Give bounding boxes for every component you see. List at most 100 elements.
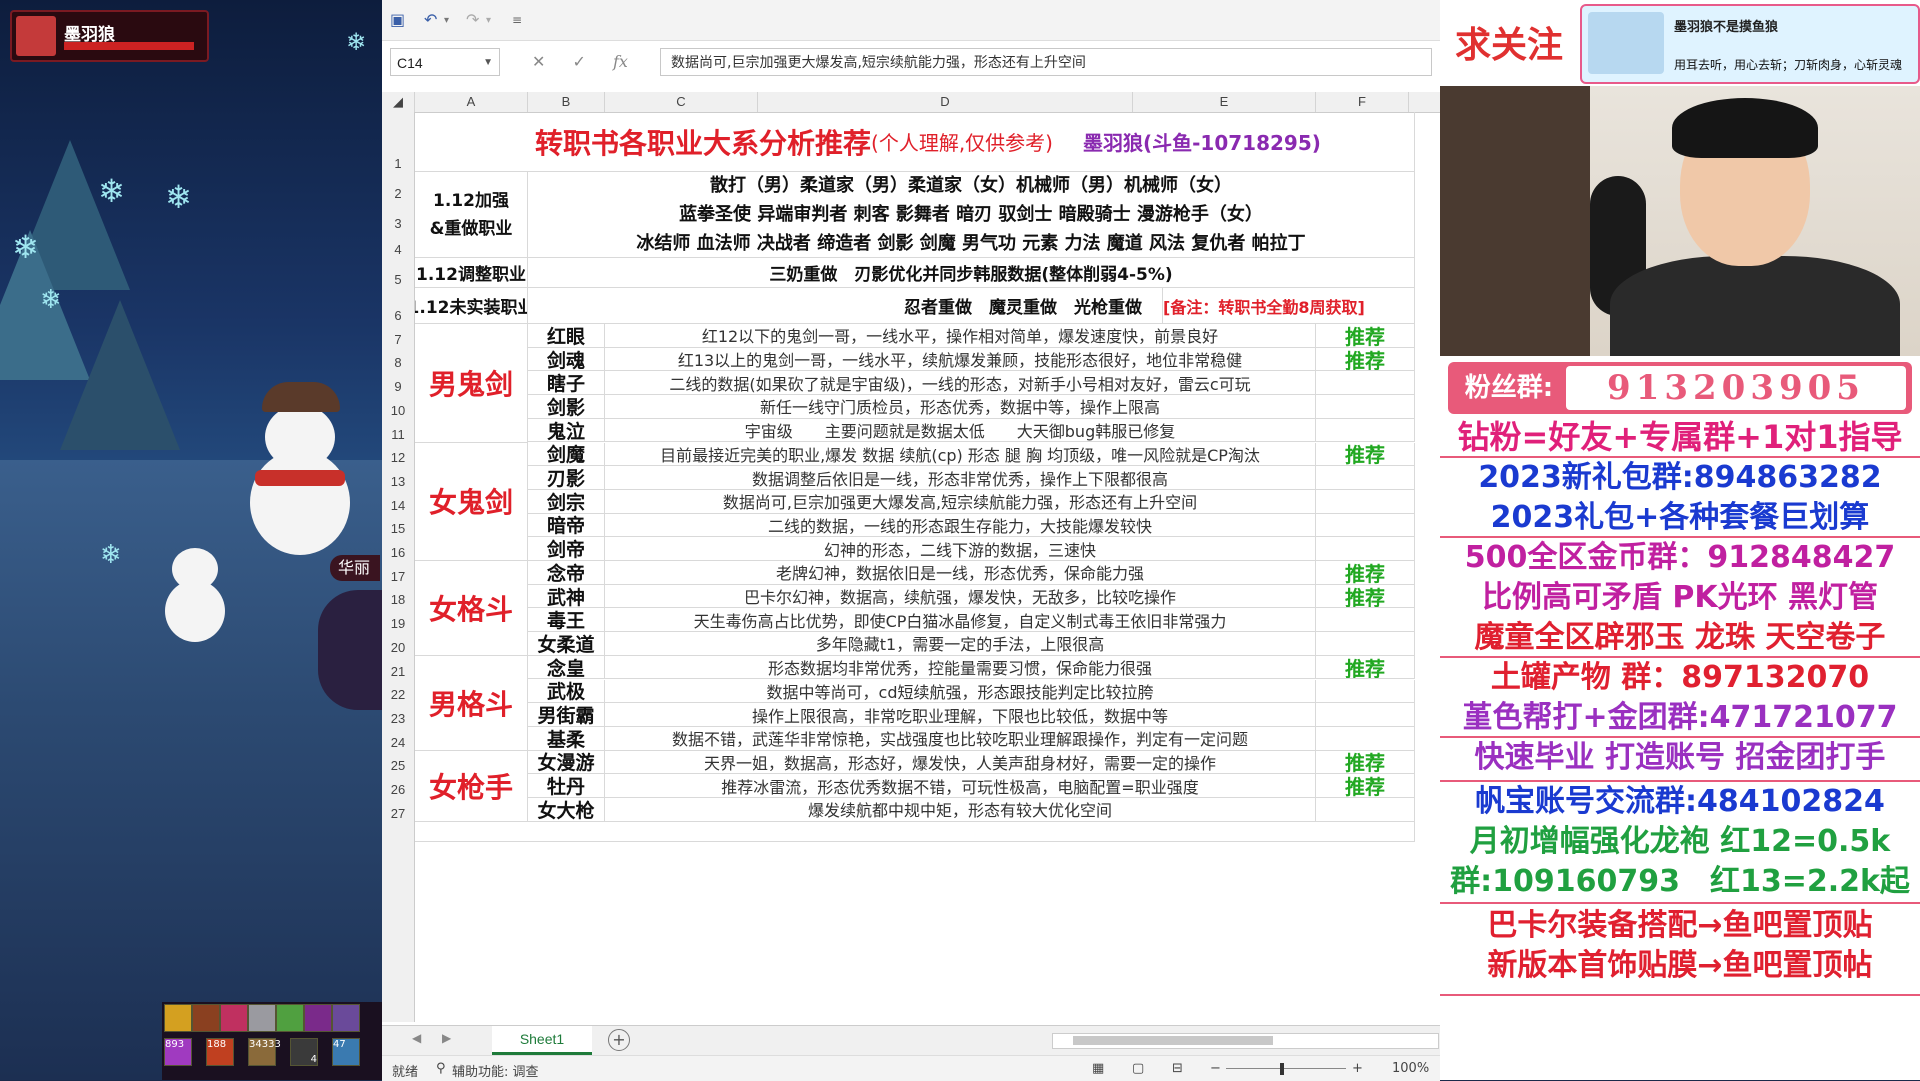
recommend-cell[interactable]: 推荐 xyxy=(1316,584,1415,609)
next-sheet-icon[interactable]: ▶ xyxy=(442,1031,451,1045)
job-name[interactable]: 鬼泣 xyxy=(528,418,605,443)
zoom-slider[interactable] xyxy=(1226,1068,1346,1069)
column-header-d[interactable]: D xyxy=(758,92,1133,112)
spreadsheet-grid[interactable]: 转职书各职业大系分析推荐 (个人理解,仅供参考) 墨羽狼(斗鱼-10718295) 1… xyxy=(415,112,1435,1022)
section-adjust-text[interactable]: 三奶重做 刃影优化并同步韩服数据(整体削弱4-5%) xyxy=(528,258,1415,288)
class-group-0[interactable]: 男鬼剑 xyxy=(415,324,528,443)
row-header[interactable]: 21 xyxy=(382,664,414,680)
job-description[interactable]: 数据中等尚可，cd短续航强，形态跟技能判定比较拉胯 xyxy=(605,679,1316,704)
zoom-in-icon[interactable]: + xyxy=(1352,1061,1363,1076)
cancel-icon[interactable]: ✕ xyxy=(532,52,545,71)
recommend-cell[interactable]: 推荐 xyxy=(1316,347,1415,372)
recommend-cell[interactable] xyxy=(1316,395,1415,419)
skill-slot[interactable] xyxy=(248,1004,276,1032)
recommend-cell[interactable] xyxy=(1316,632,1415,656)
prev-sheet-icon[interactable]: ◀ xyxy=(412,1031,421,1045)
column-header-a[interactable]: A xyxy=(415,92,528,112)
job-description[interactable]: 幻神的形态，二线下游的数据，三速快 xyxy=(605,537,1316,561)
row-header[interactable]: 11 xyxy=(382,427,414,443)
scrollbar-thumb[interactable] xyxy=(1073,1036,1273,1045)
section-label-adjust[interactable]: 1.12调整职业 xyxy=(415,258,528,288)
job-name[interactable]: 男街霸 xyxy=(528,703,605,727)
column-header-c[interactable]: C xyxy=(605,92,758,112)
skill-slot[interactable] xyxy=(276,1004,304,1032)
job-name[interactable]: 念帝 xyxy=(528,561,605,585)
item-slot[interactable]: 34333 xyxy=(248,1038,281,1066)
undo-dropdown-icon[interactable]: ▾ xyxy=(444,15,449,26)
row-header[interactable]: 25 xyxy=(382,758,414,774)
row-header[interactable]: 17 xyxy=(382,569,414,585)
recommend-cell[interactable] xyxy=(1316,513,1415,538)
section-pending-note[interactable]: [备注：转职书全勤8周获取] xyxy=(1163,288,1415,324)
recommend-cell[interactable] xyxy=(1316,418,1415,443)
row-header[interactable]: 26 xyxy=(382,782,414,798)
recommend-cell[interactable] xyxy=(1316,537,1415,561)
job-name[interactable]: 瞎子 xyxy=(528,371,605,396)
class-group-3[interactable]: 男格斗 xyxy=(415,655,528,751)
job-description[interactable]: 新任一线守门质检员，形态优秀，数据中等，操作上限高 xyxy=(605,395,1316,419)
recommend-cell[interactable] xyxy=(1316,608,1415,633)
job-description[interactable]: 天生毒伤高占比优势，即使CP白猫冰晶修复，自定义制式毒王依旧非常强力 xyxy=(605,608,1316,633)
row-header[interactable]: 9 xyxy=(382,379,414,395)
class-group-2[interactable]: 女格斗 xyxy=(415,561,528,656)
formula-input[interactable]: 数据尚可,巨宗加强更大爆发高,短宗续航能力强，形态还有上升空间 xyxy=(660,48,1432,76)
undo-icon[interactable]: ↶ xyxy=(424,10,437,29)
job-name[interactable]: 剑帝 xyxy=(528,537,605,561)
column-header-b[interactable]: B xyxy=(528,92,605,112)
job-name[interactable]: 红眼 xyxy=(528,324,605,348)
redo-dropdown-icon[interactable]: ▾ xyxy=(486,15,491,26)
job-name[interactable]: 女大枪 xyxy=(528,798,605,822)
job-name[interactable]: 毒王 xyxy=(528,608,605,633)
job-name[interactable]: 念皇 xyxy=(528,655,605,680)
row-header[interactable]: 23 xyxy=(382,711,414,727)
row-header[interactable]: 22 xyxy=(382,687,414,703)
row-header[interactable]: 15 xyxy=(382,521,414,537)
item-slot[interactable]: 4 xyxy=(290,1038,318,1066)
row-header[interactable]: 5 xyxy=(382,272,414,288)
section-label-buff[interactable]: 1.12加强&重做职业 xyxy=(415,172,528,258)
page-layout-icon[interactable]: ▢ xyxy=(1132,1061,1144,1076)
recommend-cell[interactable] xyxy=(1316,489,1415,514)
recommend-cell[interactable]: 推荐 xyxy=(1316,750,1415,775)
recommend-cell[interactable] xyxy=(1316,679,1415,704)
job-name[interactable]: 剑影 xyxy=(528,395,605,419)
zoom-level[interactable]: 100% xyxy=(1392,1061,1429,1076)
job-description[interactable]: 红12以下的鬼剑一哥，一线水平，操作相对简单，爆发速度快，前景良好 xyxy=(605,324,1316,348)
job-description[interactable]: 爆发续航都中规中矩，形态有较大优化空间 xyxy=(605,798,1316,822)
recommend-cell[interactable]: 推荐 xyxy=(1316,655,1415,680)
zoom-out-icon[interactable]: − xyxy=(1210,1061,1221,1076)
row-header[interactable]: 13 xyxy=(382,474,414,490)
job-description[interactable]: 推荐冰雷流，形态优秀数据不错，可玩性极高，电脑配置=职业强度 xyxy=(605,774,1316,798)
recommend-cell[interactable] xyxy=(1316,726,1415,751)
recommend-cell[interactable] xyxy=(1316,371,1415,396)
recommend-cell[interactable]: 推荐 xyxy=(1316,442,1415,467)
normal-view-icon[interactable]: ▦ xyxy=(1092,1061,1104,1076)
job-description[interactable]: 操作上限很高，非常吃职业理解，下限也比较低，数据中等 xyxy=(605,703,1316,727)
customize-toolbar-icon[interactable]: ≡ xyxy=(512,13,522,27)
job-description[interactable]: 形态数据均非常优秀，控能量需要习惯，保命能力很强 xyxy=(605,655,1316,680)
skill-slot[interactable] xyxy=(332,1004,360,1032)
row-header[interactable]: 3 xyxy=(382,216,414,232)
job-description[interactable]: 目前最接近完美的职业,爆发 数据 续航(cp) 形态 腿 胸 均顶级，唯一风险就… xyxy=(605,442,1316,467)
recommend-cell[interactable]: 推荐 xyxy=(1316,324,1415,348)
job-description[interactable]: 老牌幻神，数据依旧是一线，形态优秀，保命能力强 xyxy=(605,561,1316,585)
row-header[interactable]: 20 xyxy=(382,640,414,656)
class-group-1[interactable]: 女鬼剑 xyxy=(415,442,528,561)
row-header[interactable]: 7 xyxy=(382,332,414,348)
status-accessibility[interactable]: 辅助功能: 调查 xyxy=(452,1061,539,1080)
section-pending-text[interactable]: 忍者重做 魔灵重做 光枪重做 xyxy=(528,288,1163,324)
row-header[interactable]: 10 xyxy=(382,403,414,419)
job-description[interactable]: 数据尚可,巨宗加强更大爆发高,短宗续航能力强，形态还有上升空间 xyxy=(605,489,1316,514)
job-name[interactable]: 武神 xyxy=(528,584,605,609)
job-name[interactable]: 女漫游 xyxy=(528,750,605,775)
add-sheet-icon[interactable]: + xyxy=(608,1029,630,1051)
row-header[interactable]: 8 xyxy=(382,355,414,371)
page-break-icon[interactable]: ⊟ xyxy=(1172,1061,1183,1076)
row-header[interactable]: 16 xyxy=(382,545,414,561)
horizontal-scrollbar[interactable] xyxy=(1052,1033,1439,1049)
row-header[interactable]: 2 xyxy=(382,186,414,202)
job-name[interactable]: 暗帝 xyxy=(528,513,605,538)
job-description[interactable]: 天界一姐，数据高，形态好，爆发快，人美声甜身材好，需要一定的操作 xyxy=(605,750,1316,775)
item-slot[interactable]: 893 xyxy=(164,1038,192,1066)
job-description[interactable]: 数据调整后依旧是一线，形态非常优秀，操作上下限都很高 xyxy=(605,466,1316,490)
